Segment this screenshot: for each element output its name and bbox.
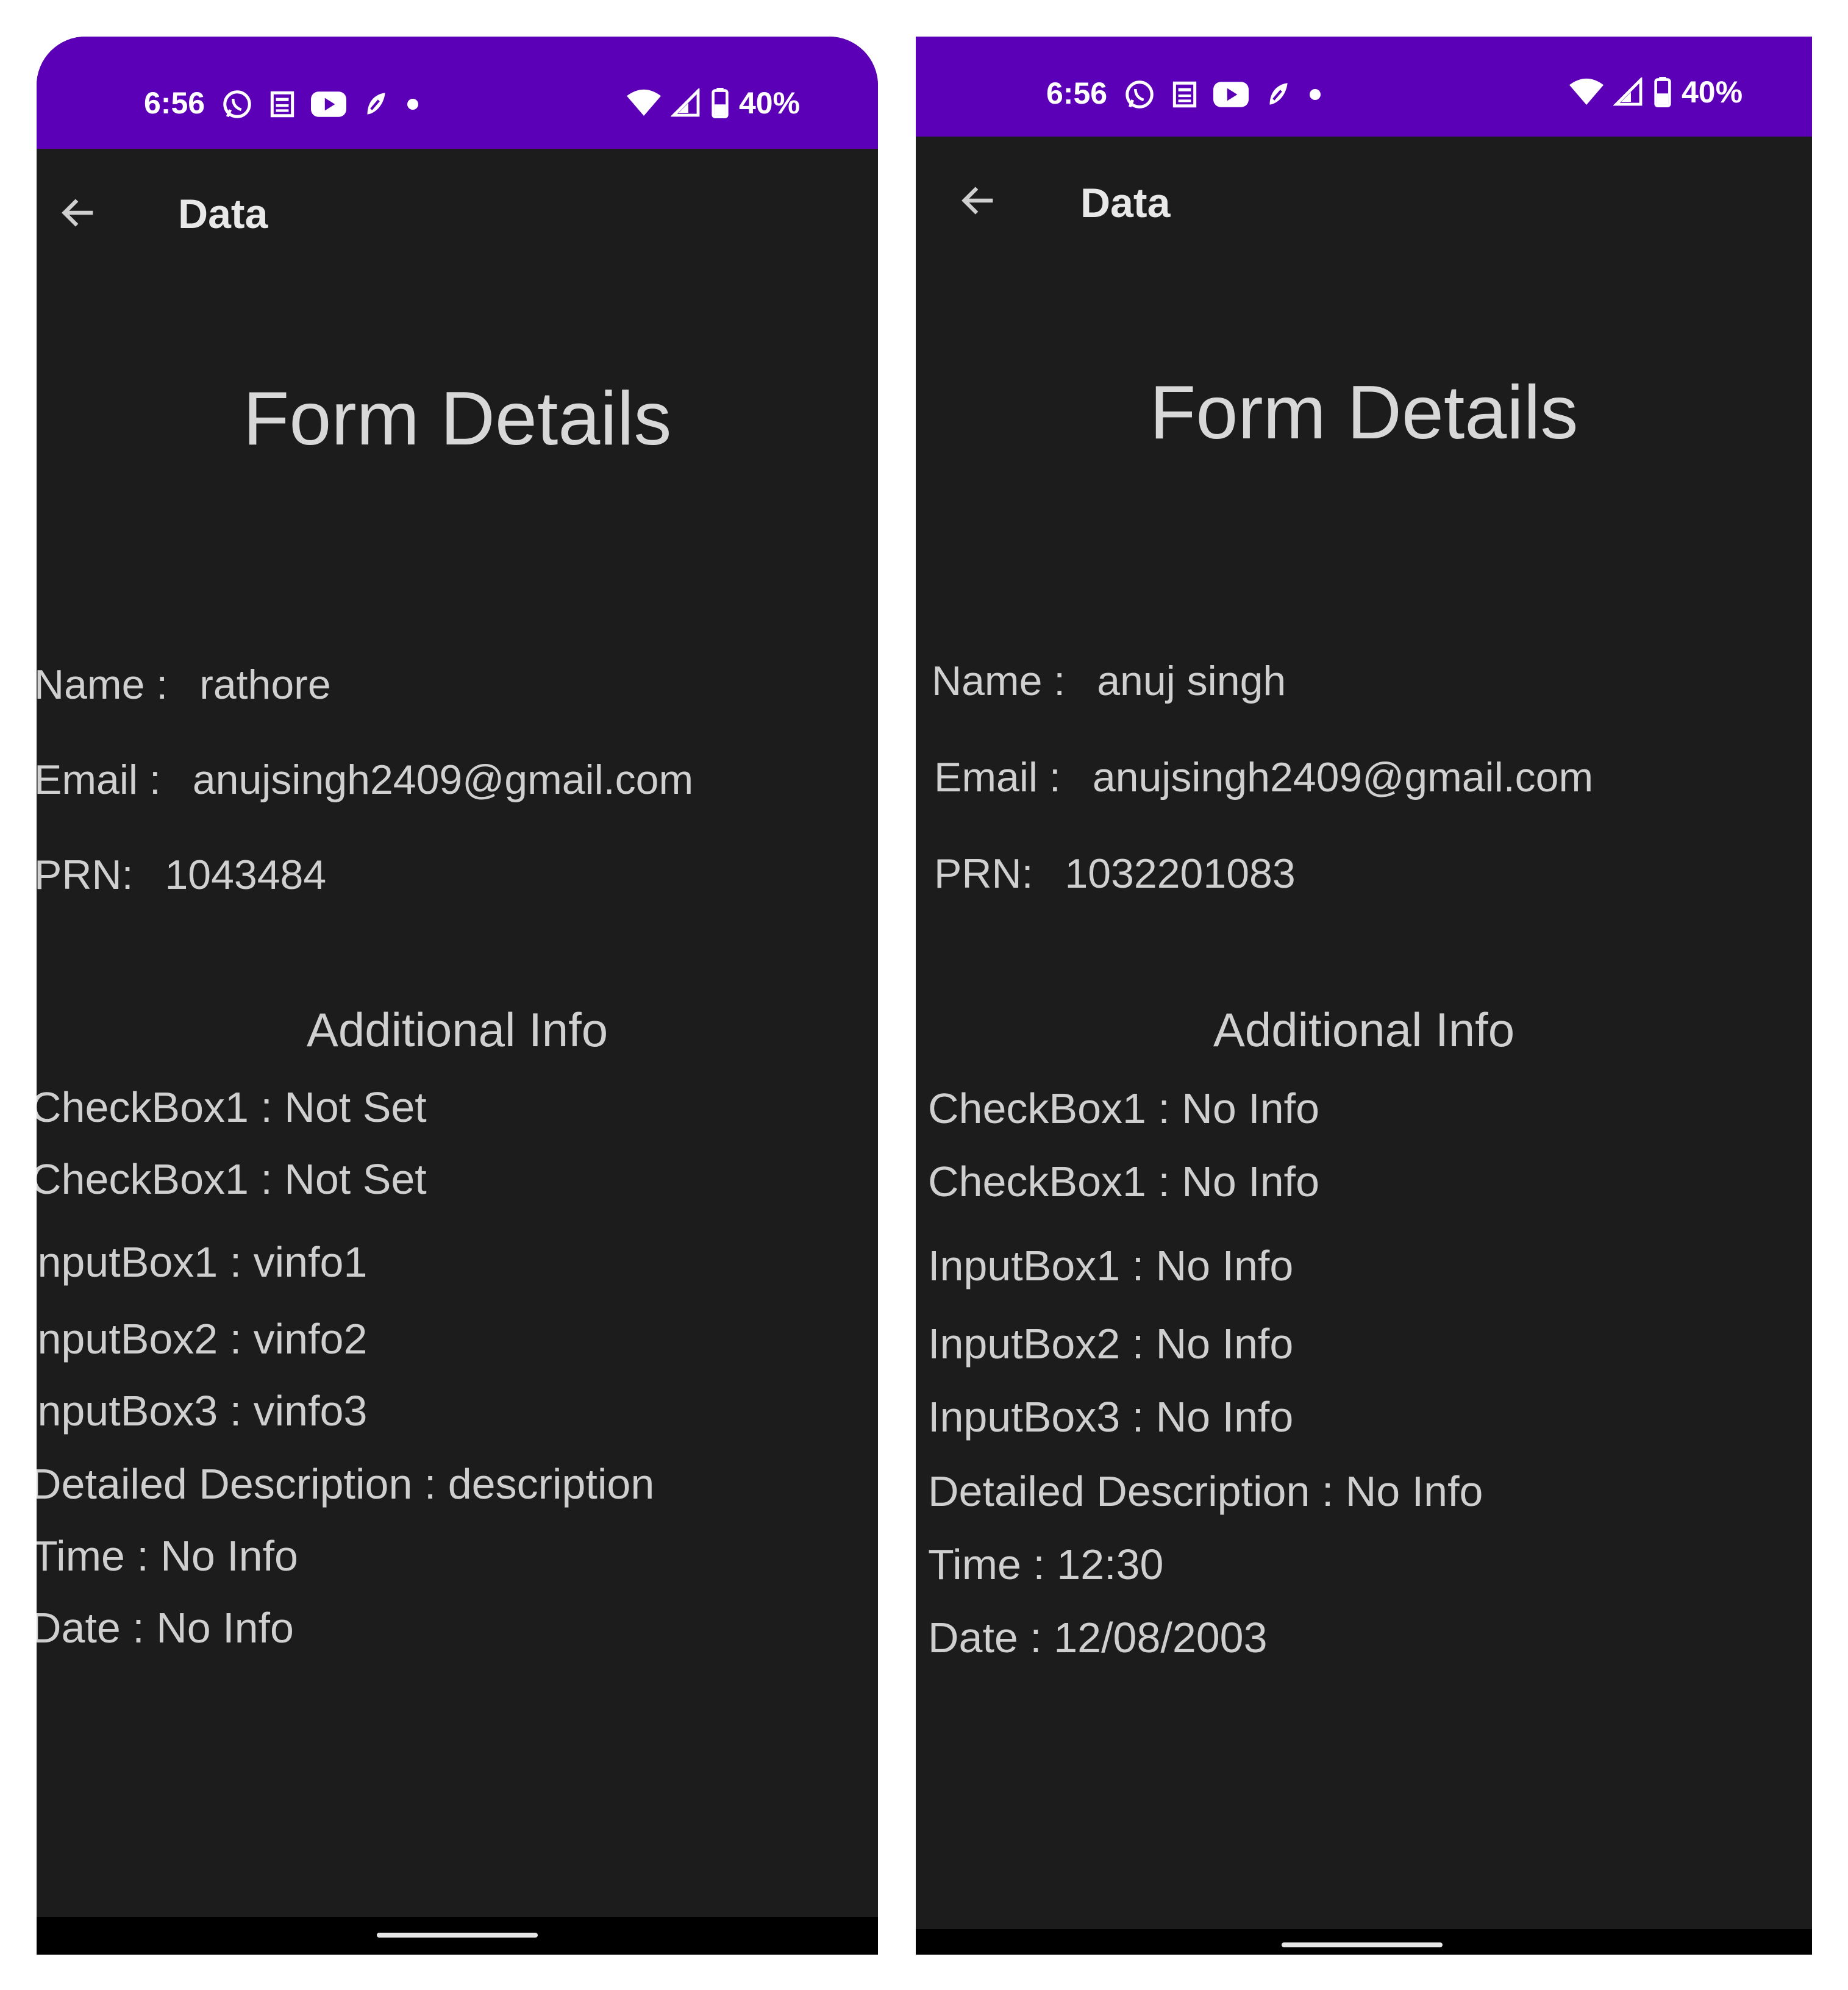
signal-icon bbox=[1613, 77, 1643, 106]
inputbox3-info: InputBox3 : vinfo3 bbox=[37, 1387, 368, 1435]
inputbox3-info: InputBox3 : No Info bbox=[928, 1393, 1294, 1441]
checkbox1-info-2: CheckBox1 : No Info bbox=[928, 1158, 1319, 1205]
prn-value: 1043484 bbox=[165, 852, 327, 898]
email-value: anujsingh2409@gmail.com bbox=[192, 757, 694, 803]
status-time: 6:56 bbox=[1046, 76, 1108, 110]
additional-info-title: Additional Info bbox=[306, 1003, 608, 1057]
whatsapp-icon bbox=[223, 90, 251, 118]
news-icon bbox=[1172, 81, 1197, 108]
inputbox1-info: InputBox1 : No Info bbox=[928, 1242, 1294, 1289]
time-info: Time : 12:30 bbox=[928, 1541, 1164, 1588]
inputbox2-info: InputBox2 : vinfo2 bbox=[37, 1315, 368, 1363]
youtube-icon bbox=[311, 91, 346, 117]
whatsapp-icon bbox=[1126, 80, 1154, 109]
app-bar-title: Data bbox=[1080, 180, 1171, 226]
app-bar: Data bbox=[37, 149, 878, 271]
email-row: Email : anujsingh2409@gmail.com bbox=[37, 756, 693, 804]
checkbox1-info-2: CheckBox1 : Not Set bbox=[37, 1155, 427, 1203]
dot-icon bbox=[407, 99, 418, 110]
name-value: rathore bbox=[199, 662, 331, 708]
prn-label: PRN: bbox=[934, 851, 1033, 897]
wifi-icon bbox=[627, 89, 661, 116]
phone-screen-right: 6:56 40% Data Form Details Name : anuj si… bbox=[916, 37, 1812, 1955]
name-row: Name : anuj singh bbox=[932, 657, 1286, 705]
app-bar-title: Data bbox=[178, 191, 268, 237]
prn-value: 1032201083 bbox=[1065, 851, 1296, 897]
prn-row: PRN: 1032201083 bbox=[934, 850, 1296, 897]
email-value: anujsingh2409@gmail.com bbox=[1092, 754, 1594, 801]
battery-icon bbox=[1654, 77, 1671, 107]
date-info: Date : No Info bbox=[37, 1604, 294, 1652]
news-icon bbox=[270, 91, 294, 118]
checkbox1-info: CheckBox1 : No Info bbox=[928, 1085, 1319, 1132]
app-bar: Data bbox=[916, 137, 1812, 259]
form-title: Form Details bbox=[1149, 371, 1579, 455]
app-icon bbox=[367, 93, 385, 115]
inputbox1-info: InputBox1 : vinfo1 bbox=[37, 1238, 368, 1286]
time-info: Time : No Info bbox=[37, 1532, 298, 1580]
home-handle[interactable] bbox=[1282, 1942, 1443, 1947]
date-info: Date : 12/08/2003 bbox=[928, 1614, 1268, 1661]
wifi-icon bbox=[1569, 78, 1604, 105]
email-label: Email : bbox=[37, 757, 161, 803]
checkbox1-info: CheckBox1 : Not Set bbox=[37, 1083, 427, 1131]
battery-percent: 40% bbox=[739, 86, 801, 120]
status-bar: 6:56 40% bbox=[37, 37, 878, 149]
navigation-bar bbox=[37, 1917, 878, 1955]
inputbox2-info: InputBox2 : No Info bbox=[928, 1320, 1294, 1368]
description-info: Detailed Description : No Info bbox=[928, 1468, 1483, 1515]
name-value: anuj singh bbox=[1097, 658, 1286, 704]
signal-icon bbox=[671, 88, 700, 117]
youtube-icon bbox=[1213, 82, 1249, 107]
phone-screen-left: 6:56 40% Data Form Details Name : rathore… bbox=[37, 37, 878, 1955]
back-arrow-icon[interactable] bbox=[57, 191, 100, 234]
email-row: Email : anujsingh2409@gmail.com bbox=[934, 754, 1593, 801]
navigation-bar bbox=[916, 1929, 1812, 1955]
name-row: Name : rathore bbox=[37, 661, 331, 708]
status-time: 6:56 bbox=[144, 86, 205, 120]
prn-label: PRN: bbox=[37, 852, 134, 898]
battery-percent: 40% bbox=[1682, 75, 1743, 109]
name-label: Name : bbox=[932, 658, 1066, 704]
description-info: Detailed Description : description bbox=[37, 1460, 655, 1508]
app-icon bbox=[1269, 83, 1288, 105]
battery-icon bbox=[712, 88, 729, 118]
additional-info-title: Additional Info bbox=[1213, 1003, 1515, 1057]
form-title: Form Details bbox=[243, 377, 672, 461]
dot-icon bbox=[1310, 89, 1321, 100]
status-bar: 6:56 40% bbox=[916, 37, 1812, 137]
email-label: Email : bbox=[934, 754, 1061, 801]
home-handle[interactable] bbox=[377, 1933, 538, 1938]
back-arrow-icon[interactable] bbox=[957, 179, 1000, 222]
prn-row: PRN: 1043484 bbox=[37, 851, 326, 899]
name-label: Name : bbox=[37, 662, 168, 708]
